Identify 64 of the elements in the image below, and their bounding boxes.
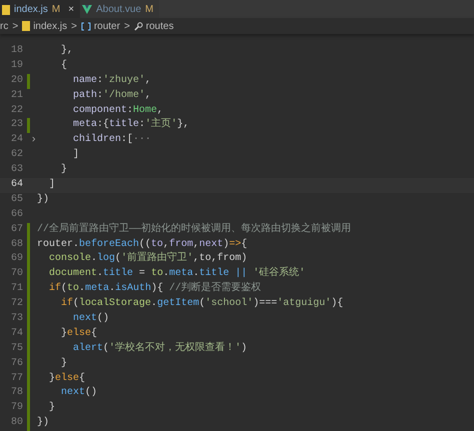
- line-number: 74: [10, 326, 23, 341]
- code-line: {: [60, 58, 68, 73]
- js-file-icon: [2, 4, 10, 14]
- code-line: router.beforeEach((to,from,next)=>{: [37, 238, 248, 252]
- code-line: alert('学校名不对，无权限查看！'): [72, 342, 248, 356]
- breadcrumb-item[interactable]: routes: [146, 18, 174, 34]
- line-number: 78: [10, 386, 23, 400]
- code-line: document.title = to.meta.title || '硅谷系统': [48, 267, 306, 282]
- line-number: 77: [10, 372, 23, 386]
- code-line: }else{: [48, 372, 86, 386]
- line-number: 20: [10, 74, 23, 88]
- chevron-icon: >: [124, 18, 130, 34]
- code-line: path:'/home',: [72, 88, 152, 103]
- js-file-icon: [22, 21, 30, 31]
- code-line: }else{: [60, 326, 98, 341]
- line-number: 71: [10, 282, 23, 296]
- editor-tab[interactable]: index.js M ×: [0, 0, 80, 18]
- code-line: }): [37, 416, 50, 430]
- line-number: 19: [10, 58, 23, 73]
- line-number: 79: [10, 401, 23, 416]
- line-number: 23: [10, 118, 23, 132]
- code-line: children:[···: [72, 133, 152, 148]
- fold-chevron-icon[interactable]: ›: [30, 133, 37, 148]
- line-number: 66: [10, 208, 23, 222]
- line-number: 18: [10, 44, 23, 58]
- breadcrumb-item[interactable]: index.js: [33, 18, 68, 34]
- code-line: //全局前置路由守卫——初始化的时候被调用、每次路由切换之前被调用: [37, 222, 352, 237]
- code-line: next(): [72, 312, 110, 326]
- line-number: 70: [10, 267, 23, 282]
- code-line: if(to.meta.isAuth){ //判断是否需要鉴权: [48, 282, 262, 296]
- line-number: 76: [10, 356, 23, 371]
- chevron-icon: >: [12, 18, 18, 34]
- code-line: if(localStorage.getItem('school')==='atguigu'){: [60, 297, 344, 312]
- code-line: ]: [48, 178, 56, 192]
- line-number: 73: [10, 312, 23, 326]
- triangle-icon: [82, 5, 92, 14]
- code-line: name:'zhuye',: [72, 74, 152, 88]
- breadcrumb-item[interactable]: rc: [0, 18, 8, 34]
- line-number: 63: [10, 163, 23, 178]
- line-number: 24: [10, 133, 23, 148]
- line-number: 21: [10, 88, 23, 103]
- code-line: }: [48, 401, 56, 416]
- code-line: console.log('前置路由守卫',to,from): [48, 252, 248, 266]
- chevron-icon: >: [71, 18, 77, 34]
- line-number: 65: [10, 192, 23, 207]
- line-number: 67: [10, 222, 23, 237]
- code-line: }): [37, 192, 50, 207]
- line-number: 62: [10, 148, 23, 162]
- breadcrumb-item[interactable]: router: [94, 18, 120, 34]
- code-line: meta:{title:'主页'},: [72, 118, 190, 132]
- brackets-icon: [80, 22, 91, 30]
- code-line: }: [60, 356, 68, 371]
- line-number: 72: [10, 297, 23, 312]
- code-line: }: [60, 163, 68, 178]
- code-line: ]: [72, 148, 80, 162]
- line-number: 64: [10, 178, 23, 192]
- line-number: 75: [10, 342, 23, 356]
- code-line: next(): [60, 386, 98, 400]
- line-number: 69: [10, 252, 23, 266]
- line-number: 80: [10, 416, 23, 430]
- line-number: 22: [10, 104, 23, 118]
- code-line: component:Home,: [72, 104, 164, 118]
- code-line: },: [60, 44, 74, 58]
- line-number: 68: [10, 238, 23, 252]
